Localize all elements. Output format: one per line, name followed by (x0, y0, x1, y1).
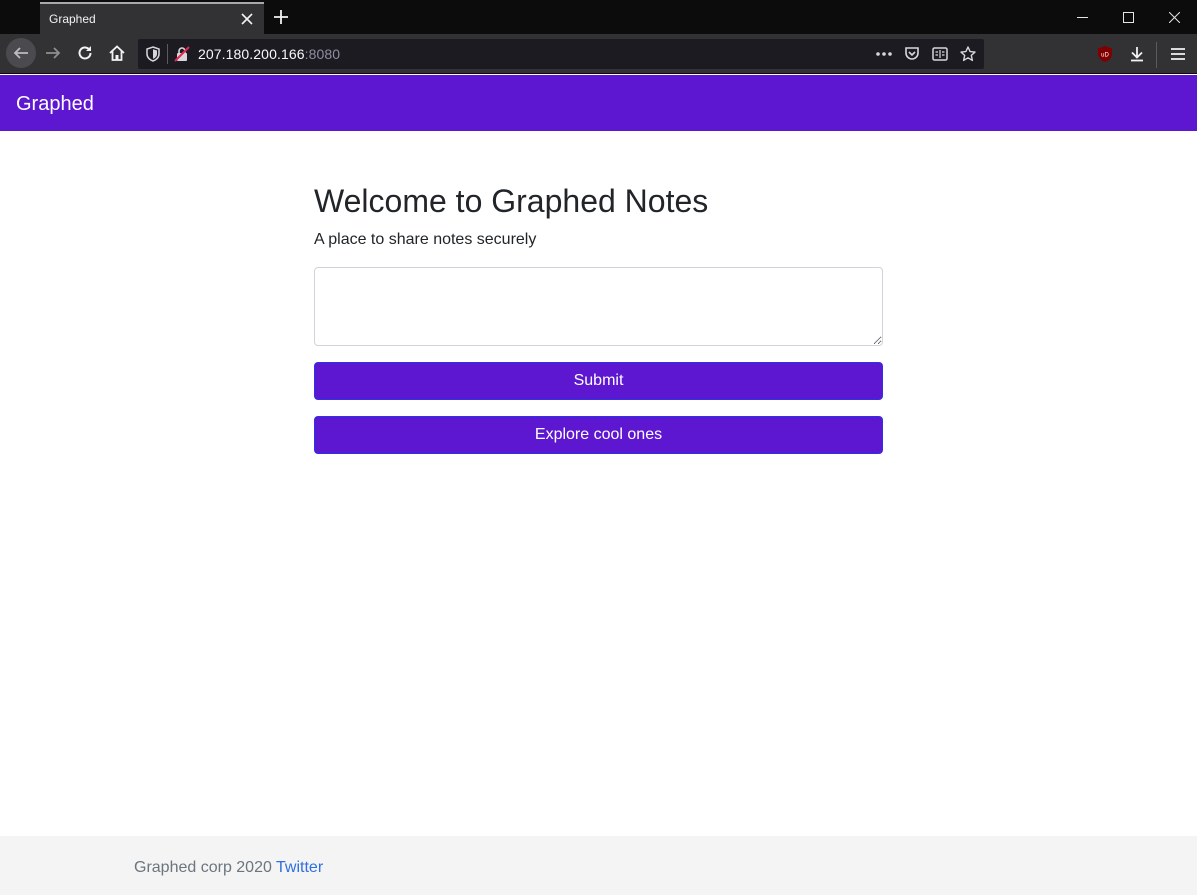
twitter-link[interactable]: Twitter (276, 859, 323, 876)
home-icon[interactable] (102, 38, 132, 68)
site-footer: Graphed corp 2020 Twitter (0, 836, 1197, 895)
minimize-icon[interactable] (1059, 0, 1105, 34)
url-host: 207.180.200.166 (198, 46, 305, 62)
reload-icon[interactable] (70, 38, 100, 68)
tab-strip: Graphed (0, 0, 1197, 34)
url-port: :8080 (304, 46, 341, 62)
star-icon[interactable] (958, 44, 978, 64)
site-navbar: Graphed (0, 75, 1197, 131)
download-icon[interactable] (1122, 39, 1152, 69)
url-separator (167, 44, 168, 64)
toolbar-separator (1156, 42, 1157, 68)
arrow-left-icon[interactable] (6, 38, 36, 68)
tab-title: Graphed (49, 12, 96, 26)
address-bar[interactable]: 207.180.200.166:8080 (138, 39, 984, 69)
close-icon[interactable] (236, 8, 258, 30)
submit-button[interactable]: Submit (314, 362, 883, 400)
plus-icon[interactable] (268, 4, 294, 30)
pocket-icon[interactable] (902, 44, 922, 64)
footer-copyright: Graphed corp 2020 (134, 859, 272, 876)
ellipsis-icon[interactable] (874, 44, 894, 64)
insecure-lock-icon[interactable] (172, 44, 192, 64)
ublock-icon[interactable]: uD (1090, 39, 1120, 69)
maximize-icon[interactable] (1105, 0, 1151, 34)
main-content: Welcome to Graphed Notes A place to shar… (314, 180, 883, 454)
url-text: 207.180.200.166:8080 (198, 46, 340, 62)
shield-icon[interactable] (143, 44, 163, 64)
page-subtitle: A place to share notes securely (314, 231, 537, 248)
arrow-right-icon[interactable] (38, 38, 68, 68)
svg-text:uD: uD (1101, 53, 1109, 59)
close-window-icon[interactable] (1151, 0, 1197, 34)
hamburger-icon[interactable] (1163, 39, 1193, 69)
browser-toolbar: 207.180.200.166:8080 uD (0, 34, 1197, 74)
footer-text: Graphed corp 2020 Twitter (134, 859, 323, 877)
explore-button[interactable]: Explore cool ones (314, 416, 883, 454)
reader-view-icon[interactable] (930, 44, 950, 64)
brand-link[interactable]: Graphed (16, 93, 94, 116)
page-title: Welcome to Graphed Notes (314, 183, 709, 219)
note-textarea[interactable] (314, 267, 883, 346)
browser-tab[interactable]: Graphed (40, 2, 264, 34)
